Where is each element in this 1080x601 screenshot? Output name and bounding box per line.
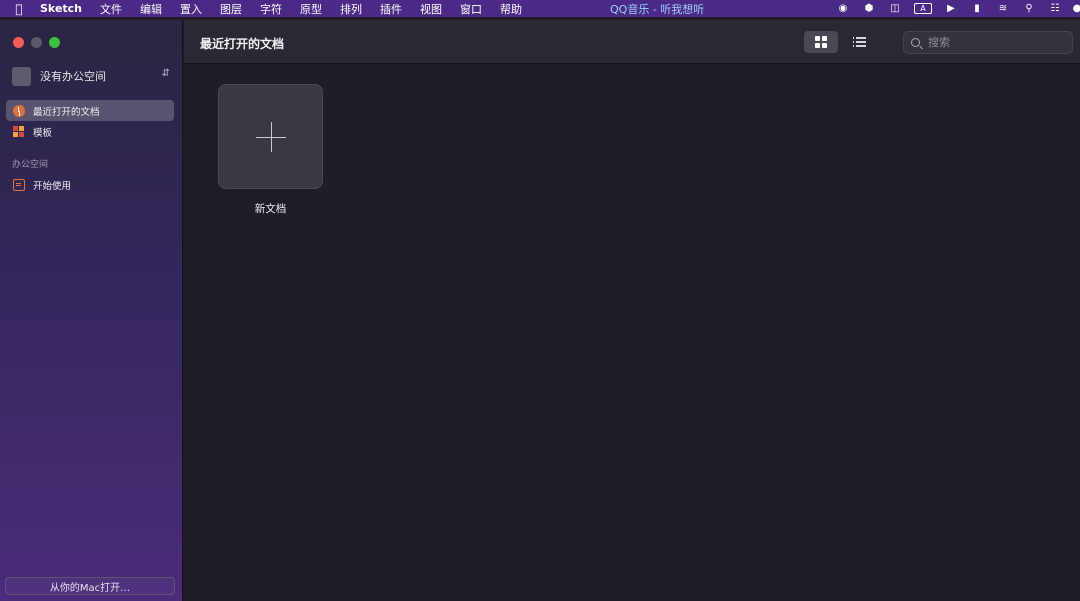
sidebar-item-label: 模板 — [33, 127, 53, 139]
sidebar-panel-icon[interactable]: ◫ — [888, 3, 902, 15]
wifi-icon[interactable]: ≋ — [996, 3, 1010, 15]
play-icon[interactable]: ▶ — [944, 3, 958, 15]
apple-menu-icon[interactable]:  — [12, 2, 26, 16]
sketch-window: 没有办公空间 ⇵ 最近打开的文档 模板 办公空间 开始使用 从你的Mac打开… … — [0, 20, 1080, 601]
grid-view-button[interactable] — [804, 31, 838, 53]
control-center-icon[interactable]: ☷ — [1048, 3, 1062, 15]
menu-layer[interactable]: 图层 — [220, 1, 242, 17]
sidebar-item-recent[interactable]: 最近打开的文档 — [6, 100, 174, 121]
menu-view[interactable]: 视图 — [420, 1, 442, 17]
menu-plugins[interactable]: 插件 — [380, 1, 402, 17]
menu-arrange[interactable]: 排列 — [340, 1, 362, 17]
globe-icon[interactable]: ◉ — [836, 3, 850, 15]
zoom-window-button[interactable] — [49, 37, 60, 48]
workspace-switcher[interactable]: 没有办公空间 ⇵ — [12, 65, 172, 87]
search-input[interactable] — [928, 36, 1068, 49]
grid-icon — [815, 36, 827, 48]
menu-file[interactable]: 文件 — [100, 1, 122, 17]
workspace-avatar — [12, 66, 31, 86]
new-document-label: 新文档 — [254, 203, 287, 215]
menu-prototype[interactable]: 原型 — [300, 1, 322, 17]
minimize-window-button[interactable] — [31, 37, 42, 48]
list-view-button[interactable] — [842, 31, 876, 53]
siri-icon[interactable]: ● — [1073, 3, 1080, 15]
sidebar: 没有办公空间 ⇵ 最近打开的文档 模板 办公空间 开始使用 从你的Mac打开… — [0, 20, 183, 601]
section-heading-workspace: 办公空间 — [12, 160, 49, 170]
menu-text[interactable]: 字符 — [260, 1, 282, 17]
document-icon — [13, 178, 25, 191]
menu-window[interactable]: 窗口 — [460, 1, 482, 17]
new-document-card[interactable] — [218, 84, 323, 189]
search-box[interactable] — [903, 31, 1073, 54]
menu-edit[interactable]: 编辑 — [140, 1, 162, 17]
sidebar-item-label: 最近打开的文档 — [33, 106, 100, 118]
templates-icon — [13, 125, 25, 138]
chevron-updown-icon: ⇵ — [161, 68, 170, 79]
input-method-icon[interactable]: A — [914, 3, 932, 14]
window-controls — [13, 37, 60, 48]
sidebar-item-templates[interactable]: 模板 — [6, 121, 174, 142]
menu-help[interactable]: 帮助 — [500, 1, 522, 17]
status-area: ◉ ⬢ ◫ A ▶ ▮ ≋ ⚲ ☷ ● — [836, 0, 1080, 17]
page-title: 最近打开的文档 — [200, 37, 285, 51]
now-playing-status[interactable]: QQ音乐 - 听我想听 — [610, 1, 704, 17]
sidebar-item-getting-started[interactable]: 开始使用 — [6, 174, 174, 195]
close-window-button[interactable] — [13, 37, 24, 48]
toolbar: 最近打开的文档 — [184, 20, 1080, 64]
open-from-mac-button[interactable]: 从你的Mac打开… — [5, 577, 175, 595]
battery-icon[interactable]: ▮ — [970, 3, 984, 15]
menu-insert[interactable]: 置入 — [180, 1, 202, 17]
list-icon — [852, 37, 866, 47]
main-content: 最近打开的文档 搜索 新文档 — [184, 20, 1080, 601]
menu-app-name[interactable]: Sketch — [40, 2, 82, 15]
menu-bar:  Sketch 文件 编辑 置入 图层 字符 原型 排列 插件 视图 窗口 帮… — [0, 0, 1080, 17]
clock-icon — [13, 104, 25, 117]
hexagon-icon[interactable]: ⬢ — [862, 3, 876, 15]
spotlight-search-icon[interactable]: ⚲ — [1022, 3, 1036, 15]
sidebar-item-label: 开始使用 — [33, 180, 72, 192]
workspace-name: 没有办公空间 — [40, 70, 106, 83]
search-icon — [911, 38, 920, 47]
